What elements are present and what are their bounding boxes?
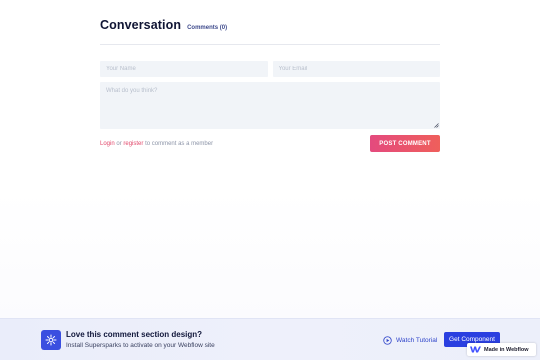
banner-title: Love this comment section design? xyxy=(66,330,203,339)
conversation-section: Conversation Comments (0) Login or regis… xyxy=(100,18,440,152)
name-email-row xyxy=(100,61,440,77)
watch-tutorial-link[interactable]: Watch Tutorial xyxy=(383,336,437,345)
or-text: or xyxy=(116,140,122,147)
banner-text: Love this comment section design? Instal… xyxy=(66,330,215,349)
login-link[interactable]: Login xyxy=(100,141,115,147)
comment-count: Comments (0) xyxy=(187,25,228,31)
made-in-webflow-badge[interactable]: Made in Webflow xyxy=(467,343,536,356)
name-input[interactable] xyxy=(100,61,268,77)
comment-actions: Login or register to comment as a member… xyxy=(100,135,440,152)
play-circle-icon xyxy=(383,336,392,345)
promo-banner: Love this comment section design? Instal… xyxy=(0,318,540,360)
comment-field-wrapper xyxy=(100,82,440,129)
conversation-header: Conversation Comments (0) xyxy=(100,18,440,45)
post-comment-button[interactable]: POST COMMENT xyxy=(370,135,440,152)
register-link[interactable]: register xyxy=(123,141,143,147)
watch-tutorial-label: Watch Tutorial xyxy=(396,337,438,344)
resize-grip-icon[interactable] xyxy=(434,123,439,128)
conversation-title: Conversation xyxy=(100,18,182,32)
email-input[interactable] xyxy=(272,61,440,77)
comment-textarea[interactable] xyxy=(100,82,440,129)
sparkle-icon xyxy=(41,330,61,350)
login-note: Login or register to comment as a member xyxy=(100,141,213,147)
badge-label: Made in Webflow xyxy=(484,346,529,353)
banner-subtitle: Install Supersparks to activate on your … xyxy=(66,342,215,349)
webflow-logo-icon xyxy=(470,346,481,353)
member-note-text: to comment as a member xyxy=(145,140,214,147)
